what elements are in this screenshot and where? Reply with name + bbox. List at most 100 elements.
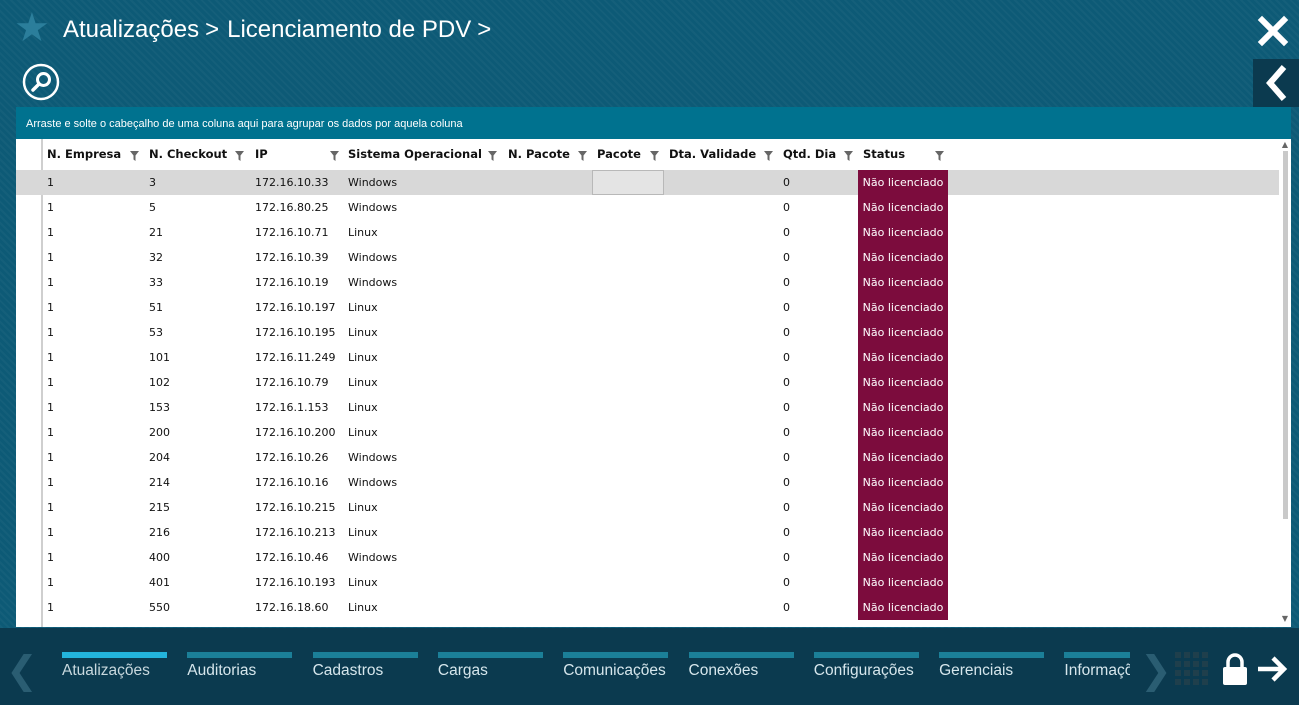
table-row[interactable]: 1 153 172.16.1.153 Linux 0 Não licenciado xyxy=(16,395,1279,420)
cell-ip: 172.16.10.71 xyxy=(255,226,329,239)
status-badge: Não licenciado xyxy=(858,470,948,495)
scroll-down-icon[interactable]: ▼ xyxy=(1281,615,1289,623)
funnel-icon[interactable] xyxy=(935,151,944,161)
column-header-sistema-operacional[interactable]: Sistema Operacional xyxy=(348,139,482,170)
status-badge: Não licenciado xyxy=(858,520,948,545)
column-header-ip[interactable]: IP xyxy=(255,139,268,170)
table-row[interactable]: 1 53 172.16.10.195 Linux 0 Não licenciado xyxy=(16,320,1279,345)
cell-n-checkout: 102 xyxy=(149,376,170,389)
lock-icon[interactable] xyxy=(1220,652,1250,686)
funnel-icon[interactable] xyxy=(330,151,339,161)
column-header-dta-validade[interactable]: Dta. Validade xyxy=(669,139,756,170)
cell-n-empresa: 1 xyxy=(47,326,54,339)
table-row[interactable]: 1 51 172.16.10.197 Linux 0 Não licenciado xyxy=(16,295,1279,320)
cell-n-checkout: 215 xyxy=(149,501,170,514)
scrollbar-thumb[interactable] xyxy=(1283,151,1288,519)
chevron-right-icon[interactable]: ❯ xyxy=(1140,650,1172,690)
cell-ip: 172.16.18.60 xyxy=(255,601,329,614)
column-header-n-pacote[interactable]: N. Pacote xyxy=(508,139,570,170)
cell-qtd-dia: 0 xyxy=(783,426,790,439)
funnel-icon[interactable] xyxy=(650,151,659,161)
cell-sistema-operacional: Windows xyxy=(348,176,398,189)
table-row[interactable]: 1 550 172.16.18.60 Linux 0 Não licenciado xyxy=(16,595,1279,620)
funnel-icon[interactable] xyxy=(578,151,587,161)
cell-qtd-dia: 0 xyxy=(783,326,790,339)
table-row[interactable]: 1 5 172.16.80.25 Windows 0 Não licenciado xyxy=(16,195,1279,220)
search-icon xyxy=(22,63,60,101)
scroll-up-icon[interactable]: ▲ xyxy=(1281,141,1289,149)
chevron-left-icon[interactable]: ❮ xyxy=(6,650,38,690)
close-icon xyxy=(1257,15,1289,47)
tab-cargas[interactable]: Cargas xyxy=(437,628,558,705)
column-header-pacote[interactable]: Pacote xyxy=(597,139,641,170)
search-button[interactable] xyxy=(22,63,60,101)
table-row[interactable]: 1 204 172.16.10.26 Windows 0 Não licenciado xyxy=(16,445,1279,470)
cell-qtd-dia: 0 xyxy=(783,576,790,589)
funnel-icon[interactable] xyxy=(235,151,244,161)
table-row[interactable]: 1 32 172.16.10.39 Windows 0 Não licenciado xyxy=(16,245,1279,270)
arrow-right-icon[interactable] xyxy=(1256,654,1290,684)
table-row[interactable]: 1 102 172.16.10.79 Linux 0 Não licenciado xyxy=(16,370,1279,395)
tab-comunicacoes[interactable]: Comunicações xyxy=(563,628,683,705)
cell-n-checkout: 51 xyxy=(149,301,163,314)
funnel-icon[interactable] xyxy=(844,151,853,161)
table-row[interactable]: 1 200 172.16.10.200 Linux 0 Não licenciado xyxy=(16,420,1279,445)
funnel-icon[interactable] xyxy=(764,151,773,161)
close-button[interactable] xyxy=(1256,14,1290,48)
group-by-drop-area[interactable]: Arraste e solte o cabeçalho de uma colun… xyxy=(16,107,1291,139)
cell-qtd-dia: 0 xyxy=(783,176,790,189)
title-bar: ★ Atualizações > Licenciamento de PDV > xyxy=(0,0,1299,108)
star-icon[interactable]: ★ xyxy=(14,8,54,48)
table-row[interactable]: 1 214 172.16.10.16 Windows 0 Não licenciado xyxy=(16,470,1279,495)
table-row[interactable]: 1 216 172.16.10.213 Linux 0 Não licenciado xyxy=(16,520,1279,545)
cell-n-checkout: 53 xyxy=(149,326,163,339)
tab-label: Gerenciais xyxy=(939,662,1014,679)
cell-n-checkout: 550 xyxy=(149,601,170,614)
bottom-navigation: ❮ Atualizações Auditorias Cadastros Cargas C… xyxy=(0,628,1299,705)
tab-auditorias[interactable]: Auditorias xyxy=(187,628,307,705)
pacote-cell-editor[interactable] xyxy=(592,170,664,195)
table-row[interactable]: 1 401 172.16.10.193 Linux 0 Não licenciado xyxy=(16,570,1279,595)
tab-configuracoes[interactable]: Configurações xyxy=(813,628,934,705)
back-button[interactable] xyxy=(1253,59,1299,107)
cell-n-empresa: 1 xyxy=(47,201,54,214)
table-row[interactable]: 1 33 172.16.10.19 Windows 0 Não licenciado xyxy=(16,270,1279,295)
table-row[interactable]: 1 400 172.16.10.46 Windows 0 Não licenciado xyxy=(16,545,1279,570)
cell-qtd-dia: 0 xyxy=(783,451,790,464)
cell-qtd-dia: 0 xyxy=(783,551,790,564)
breadcrumb: Atualizações > Licenciamento de PDV > xyxy=(63,14,499,46)
cell-ip: 172.16.10.26 xyxy=(255,451,329,464)
column-header-status[interactable]: Status xyxy=(863,139,905,170)
cell-ip: 172.16.10.195 xyxy=(255,326,336,339)
column-header-n-empresa[interactable]: N. Empresa xyxy=(47,139,121,170)
table-row[interactable]: 1 3 172.16.10.33 Windows 0 Não licenciado xyxy=(16,170,1279,195)
table-row[interactable]: 1 215 172.16.10.215 Linux 0 Não licenciado xyxy=(16,495,1279,520)
tab-indicator xyxy=(187,652,293,658)
tab-informacoes[interactable]: Informações xyxy=(1064,628,1130,705)
tab-cadastros[interactable]: Cadastros xyxy=(312,628,433,705)
status-badge: Não licenciado xyxy=(858,570,948,595)
cell-n-checkout: 214 xyxy=(149,476,170,489)
funnel-icon[interactable] xyxy=(488,151,497,161)
cell-n-checkout: 216 xyxy=(149,526,170,539)
grid-icon[interactable] xyxy=(1175,652,1209,686)
table-row[interactable]: 1 21 172.16.10.71 Linux 0 Não licenciado xyxy=(16,220,1279,245)
tab-conexoes[interactable]: Conexões xyxy=(688,628,809,705)
vertical-scrollbar[interactable]: ▲ ▼ xyxy=(1279,139,1291,627)
column-header-qtd-dia[interactable]: Qtd. Dia xyxy=(783,139,836,170)
cell-sistema-operacional: Windows xyxy=(348,276,398,289)
column-header-n-checkout[interactable]: N. Checkout xyxy=(149,139,227,170)
cell-n-checkout: 5 xyxy=(149,201,156,214)
table-row[interactable]: 1 101 172.16.11.249 Linux 0 Não licenciado xyxy=(16,345,1279,370)
tab-indicator xyxy=(437,652,543,658)
tab-label: Auditorias xyxy=(187,662,257,679)
breadcrumb-item-atualizacoes[interactable]: Atualizações xyxy=(63,16,199,44)
funnel-icon[interactable] xyxy=(130,151,139,161)
tab-atualizacoes[interactable]: Atualizações xyxy=(62,628,182,705)
cell-n-checkout: 400 xyxy=(149,551,170,564)
breadcrumb-separator: > xyxy=(477,16,492,43)
cell-qtd-dia: 0 xyxy=(783,301,790,314)
tab-gerenciais[interactable]: Gerenciais xyxy=(939,628,1059,705)
cell-ip: 172.16.10.19 xyxy=(255,276,329,289)
cell-n-empresa: 1 xyxy=(47,426,54,439)
